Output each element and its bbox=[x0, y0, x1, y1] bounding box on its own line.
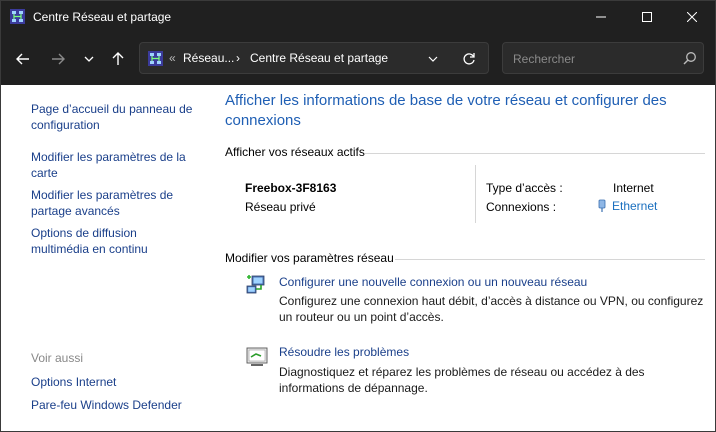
address-dropdown-button[interactable] bbox=[425, 51, 441, 67]
advanced-sharing-settings-link[interactable]: Modifier les paramètres de partage avanc… bbox=[31, 187, 201, 219]
maximize-icon bbox=[642, 12, 652, 22]
network-category: Réseau privé bbox=[245, 200, 316, 214]
recent-locations-button[interactable] bbox=[77, 47, 101, 71]
ethernet-icon bbox=[598, 199, 606, 212]
refresh-button[interactable] bbox=[460, 50, 478, 68]
navigation-bar: « Réseau... › Centre Réseau et partage bbox=[1, 33, 715, 85]
internet-options-link[interactable]: Options Internet bbox=[31, 374, 201, 390]
troubleshoot-link[interactable]: Résoudre les problèmes bbox=[279, 345, 409, 359]
back-button[interactable] bbox=[11, 47, 35, 71]
new-connection-link[interactable]: Configurer une nouvelle connexion ou un … bbox=[279, 275, 587, 289]
chevron-down-icon bbox=[84, 56, 94, 62]
close-button[interactable] bbox=[669, 1, 715, 33]
title-bar[interactable]: Centre Réseau et partage bbox=[1, 1, 715, 33]
search-icon[interactable] bbox=[683, 51, 697, 65]
page-title: Afficher les informations de base de vot… bbox=[225, 92, 667, 129]
arrow-right-icon bbox=[52, 53, 65, 65]
troubleshoot-icon bbox=[246, 347, 268, 366]
ethernet-label[interactable]: Ethernet bbox=[612, 199, 657, 213]
close-icon bbox=[687, 12, 697, 22]
ethernet-connection-link[interactable]: Ethernet bbox=[597, 199, 657, 213]
window: Centre Réseau et partage « Réseau... › C… bbox=[0, 0, 716, 432]
breadcrumb-separator[interactable]: › bbox=[236, 51, 240, 65]
new-connection-icon bbox=[246, 275, 265, 294]
arrow-up-icon bbox=[112, 52, 124, 65]
search-box[interactable] bbox=[502, 42, 704, 74]
chevron-down-icon bbox=[428, 56, 438, 62]
network-name: Freebox-3F8163 bbox=[245, 181, 337, 195]
minimize-icon bbox=[596, 16, 606, 18]
control-panel-home-link[interactable]: Page d’accueil du panneau de configurati… bbox=[31, 101, 201, 133]
breadcrumb-current[interactable]: Centre Réseau et partage bbox=[250, 51, 388, 65]
breadcrumb-reseau[interactable]: Réseau... bbox=[183, 51, 234, 65]
section-divider bbox=[395, 259, 705, 260]
troubleshoot-description: Diagnostiquez et réparez les problèmes d… bbox=[279, 365, 645, 395]
access-type-label: Type d’accès : bbox=[486, 181, 563, 195]
search-input[interactable] bbox=[511, 49, 675, 69]
section-divider bbox=[365, 153, 705, 154]
forward-button[interactable] bbox=[46, 47, 70, 71]
new-connection-description: Configurez une connexion haut débit, d’a… bbox=[279, 294, 704, 324]
minimize-button[interactable] bbox=[578, 1, 624, 33]
up-button[interactable] bbox=[106, 47, 130, 71]
change-settings-heading: Modifier vos paramètres réseau bbox=[225, 251, 394, 265]
connections-label: Connexions : bbox=[486, 200, 557, 214]
change-adapter-settings-link[interactable]: Modifier les paramètres de la carte bbox=[31, 149, 201, 181]
network-center-icon bbox=[10, 9, 25, 24]
access-type-value: Internet bbox=[613, 181, 654, 195]
arrow-left-icon bbox=[16, 53, 29, 65]
see-also-heading: Voir aussi bbox=[31, 351, 84, 365]
network-center-icon bbox=[148, 51, 163, 66]
left-pane: Page d’accueil du panneau de configurati… bbox=[1, 85, 213, 431]
refresh-icon bbox=[463, 53, 475, 65]
windows-defender-firewall-link[interactable]: Pare-feu Windows Defender bbox=[31, 397, 201, 413]
address-bar[interactable]: « Réseau... › Centre Réseau et partage bbox=[139, 42, 489, 74]
breadcrumb-overflow[interactable]: « bbox=[169, 51, 176, 65]
main-pane: Afficher les informations de base de vot… bbox=[213, 85, 715, 431]
maximize-button[interactable] bbox=[624, 1, 670, 33]
active-networks-heading: Afficher vos réseaux actifs bbox=[225, 145, 365, 159]
media-streaming-options-link[interactable]: Options de diffusion multimédia en conti… bbox=[31, 225, 171, 257]
window-title: Centre Réseau et partage bbox=[33, 10, 172, 24]
vertical-divider bbox=[475, 165, 476, 223]
